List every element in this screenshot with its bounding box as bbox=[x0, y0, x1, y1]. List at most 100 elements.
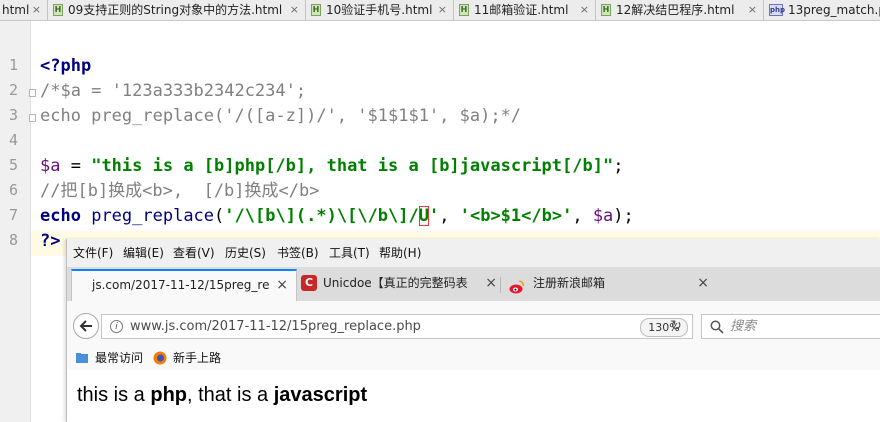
close-icon[interactable]: × bbox=[748, 0, 757, 20]
browser-tab-bar: js.com/2017-11-12/15preg_re × C Unicdoe【… bbox=[67, 267, 880, 324]
line-number: 7 bbox=[8, 206, 18, 224]
editor-tab-label: 12解决结巴程序.html bbox=[616, 3, 735, 17]
editor-tab-13[interactable]: php 13preg_match.p bbox=[764, 0, 880, 20]
editor-tab-label: 10验证手机号.html bbox=[326, 3, 433, 17]
weibo-icon bbox=[509, 275, 525, 294]
output-text: , that is a bbox=[187, 384, 274, 406]
paren: ( bbox=[214, 206, 225, 226]
fold-marker-icon[interactable] bbox=[29, 114, 36, 122]
menu-bar: 文件(F) 编辑(E) 查看(V) 历史(S) 书签(B) 工具(T) 帮助(H… bbox=[67, 239, 880, 267]
comma: , bbox=[439, 206, 460, 226]
browser-tab-unicode[interactable]: C Unicdoe【真正的完整码表 × bbox=[297, 269, 501, 301]
search-placeholder: 搜索 bbox=[730, 319, 757, 334]
close-icon[interactable]: × bbox=[438, 0, 447, 20]
bookmark-label: 新手上路 bbox=[173, 351, 222, 365]
close-icon[interactable]: × bbox=[276, 271, 288, 301]
menu-view[interactable]: 查看(V) bbox=[173, 245, 215, 261]
code-line-2: /*$a = '123a333b2342c234'; bbox=[40, 79, 306, 104]
firefox-icon bbox=[153, 351, 167, 365]
html-file-icon: H bbox=[311, 4, 321, 16]
bookmarks-toolbar: 最常访问 新手上路 bbox=[67, 346, 880, 370]
rendered-output: this is a php, that is a javascript bbox=[77, 384, 367, 407]
editor-tab-label: 13preg_match.p bbox=[788, 3, 880, 17]
html-file-icon: H bbox=[53, 4, 63, 16]
url-bar[interactable]: i www.js.com/2017-11-12/15preg_replace.p… bbox=[101, 314, 693, 339]
tab-label: 注册新浪邮箱 bbox=[533, 276, 606, 290]
close-icon[interactable]: × bbox=[697, 269, 709, 299]
output-text: this is a bbox=[77, 384, 151, 406]
code-line-5: $a = "this is a [b]php[/b], that is a [b… bbox=[40, 154, 623, 179]
close-icon[interactable]: × bbox=[580, 0, 589, 20]
editor-tab-10[interactable]: H 10验证手机号.html × bbox=[306, 0, 454, 20]
output-bold: javascript bbox=[273, 384, 368, 406]
operator: = bbox=[60, 156, 92, 176]
html-file-icon: H bbox=[459, 4, 469, 16]
code-line-1: <?php bbox=[40, 54, 91, 79]
code-line-6: //把[b]换成<b>, [/b]换成</b> bbox=[40, 179, 319, 204]
tab-separator bbox=[500, 277, 501, 293]
tab-label: js.com/2017-11-12/15preg_re bbox=[92, 278, 270, 292]
close-icon[interactable]: × bbox=[290, 0, 299, 20]
editor-tab-html[interactable]: html × bbox=[0, 0, 48, 20]
editor-tab-bar: html × H 09支持正则的String对象中的方法.html × H 10… bbox=[0, 0, 880, 21]
menu-bookmarks[interactable]: 书签(B) bbox=[277, 245, 319, 261]
bookmark-folder-icon bbox=[76, 353, 88, 363]
regex-flag-highlight: U bbox=[418, 206, 429, 226]
regex-pattern: '/\[b\](.*)\[\/b\]/ bbox=[224, 206, 419, 226]
output-bold: php bbox=[150, 384, 188, 406]
editor-tab-label: 11邮箱验证.html bbox=[474, 3, 569, 17]
php-file-icon: php bbox=[769, 4, 786, 16]
browser-window: 文件(F) 编辑(E) 查看(V) 历史(S) 书签(B) 工具(T) 帮助(H… bbox=[66, 239, 880, 422]
menu-tools[interactable]: 工具(T) bbox=[329, 245, 370, 261]
semicolon: ; bbox=[613, 156, 624, 176]
string-literal: "this is a [b]php[/b], that is a [b]java… bbox=[91, 156, 614, 176]
line-number: 3 bbox=[8, 106, 18, 124]
code-line-7: echo preg_replace('/\[b\](.*)\[\/b\]/U',… bbox=[40, 204, 634, 229]
back-button[interactable] bbox=[73, 313, 99, 339]
back-arrow-icon bbox=[79, 320, 92, 332]
editor-tab-label: html bbox=[2, 3, 30, 17]
close-icon[interactable]: × bbox=[32, 0, 41, 20]
line-number: 6 bbox=[8, 181, 18, 199]
keyword-echo: echo bbox=[40, 206, 81, 226]
menu-file[interactable]: 文件(F) bbox=[73, 245, 113, 261]
line-number-gutter: 1 2 3 4 5 6 7 8 bbox=[0, 21, 31, 422]
menu-help[interactable]: 帮助(H) bbox=[379, 245, 421, 261]
comment: echo preg_replace('/([a-z])/', '$1$1$1',… bbox=[40, 106, 522, 126]
editor-tab-12[interactable]: H 12解决结巴程序.html × bbox=[596, 0, 764, 20]
unicode-site-icon: C bbox=[301, 275, 317, 291]
php-open-tag: <?php bbox=[40, 56, 92, 76]
line-number: 2 bbox=[8, 81, 18, 99]
line-number: 4 bbox=[8, 131, 18, 149]
browser-tab-sina[interactable]: 注册新浪邮箱 × bbox=[505, 269, 717, 301]
line-number: 8 bbox=[8, 231, 18, 249]
search-bar[interactable]: 搜索 bbox=[701, 314, 880, 339]
info-icon[interactable]: i bbox=[110, 320, 123, 333]
line-number: 5 bbox=[8, 156, 18, 174]
regex-pattern-end: ' bbox=[429, 206, 440, 226]
menu-edit[interactable]: 编辑(E) bbox=[123, 245, 164, 261]
line-number: 1 bbox=[8, 56, 18, 74]
comment: /*$a = '123a333b2342c234'; bbox=[40, 81, 307, 101]
comment: //把[b]换成<b>, [/b]换成</b> bbox=[40, 181, 320, 201]
comma: , bbox=[572, 206, 593, 226]
replacement-string: '<b>$1</b>' bbox=[459, 206, 573, 226]
browser-tab-active[interactable]: js.com/2017-11-12/15preg_re × bbox=[71, 269, 297, 301]
bookmark-label: 最常访问 bbox=[95, 351, 144, 365]
php-close-tag: ?> bbox=[40, 231, 61, 251]
editor-tab-09[interactable]: H 09支持正则的String对象中的方法.html × bbox=[48, 0, 306, 20]
function-name: preg_replace bbox=[91, 206, 215, 226]
url-text[interactable]: www.js.com/2017-11-12/15preg_replace.php bbox=[130, 315, 421, 338]
page-content: this is a php, that is a javascript bbox=[67, 370, 880, 422]
menu-history[interactable]: 历史(S) bbox=[225, 245, 266, 261]
close-icon[interactable]: × bbox=[485, 269, 497, 299]
variable: $a bbox=[592, 206, 614, 226]
search-icon bbox=[710, 320, 724, 334]
reload-icon[interactable]: ↻ bbox=[665, 315, 687, 337]
code-line-8: ?> bbox=[40, 229, 60, 254]
paren: ); bbox=[613, 206, 634, 226]
editor-tab-11[interactable]: H 11邮箱验证.html × bbox=[454, 0, 596, 20]
fold-marker-icon[interactable] bbox=[29, 89, 36, 97]
variable: $a bbox=[40, 156, 61, 176]
html-file-icon: H bbox=[601, 4, 611, 16]
